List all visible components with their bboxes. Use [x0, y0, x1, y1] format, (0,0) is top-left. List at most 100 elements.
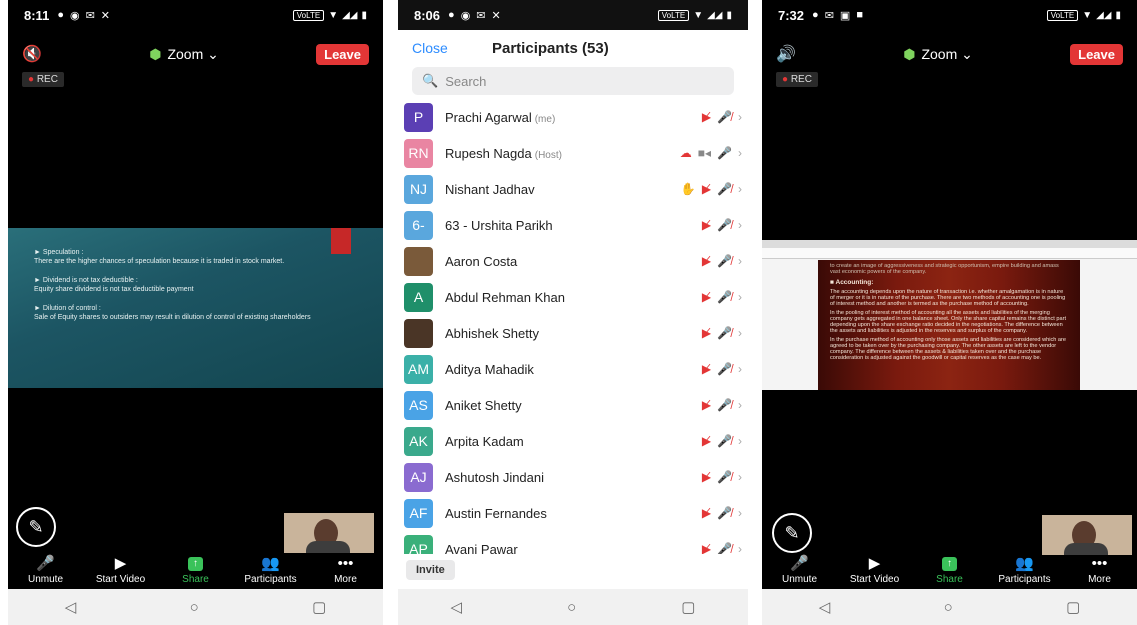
more-icon: •••	[1091, 555, 1108, 572]
start-video-button[interactable]: ▶ Start Video	[840, 555, 910, 585]
meeting-topbar: 🔊 ⬢ Zoom ⌄ Leave	[762, 38, 1137, 70]
recents-icon[interactable]: ▢	[681, 598, 695, 616]
more-button[interactable]: ••• More	[311, 555, 381, 585]
participant-row[interactable]: NJ Nishant Jadhav ✋ ▶̸ 🎤̸ ›	[398, 171, 748, 207]
home-icon[interactable]: ○	[567, 599, 576, 616]
share-button[interactable]: ↑ Share	[161, 555, 231, 585]
browser-addressbar	[762, 248, 1137, 259]
chevron-right-icon[interactable]: ›	[738, 290, 742, 304]
mic-off-icon: 🎤̸	[717, 326, 732, 340]
mic-off-icon: 🎤̸	[717, 362, 732, 376]
meeting-topbar: 🔇 ⬢ Zoom ⌄ Leave	[8, 38, 383, 70]
recents-icon[interactable]: ▢	[312, 598, 326, 616]
home-icon[interactable]: ○	[190, 599, 199, 616]
meeting-name-dropdown[interactable]: ⬢ Zoom ⌄	[806, 46, 1070, 63]
participant-row[interactable]: Abhishek Shetty ▶̸ 🎤̸ ›	[398, 315, 748, 351]
doc-paragraph: The accounting depends upon the nature o…	[830, 289, 1066, 307]
video-body	[1064, 543, 1108, 555]
location-icon: ●	[57, 9, 64, 21]
mic-off-icon: 🎤̸	[717, 434, 732, 448]
participant-row[interactable]: 6- 63 - Urshita Parikh ▶̸ 🎤̸ ›	[398, 207, 748, 243]
self-video-thumbnail[interactable]	[284, 513, 374, 553]
meeting-name-dropdown[interactable]: ⬢ Zoom ⌄	[52, 46, 316, 63]
recents-icon[interactable]: ▢	[1066, 598, 1080, 616]
avatar: AP	[404, 534, 433, 554]
leave-button[interactable]: Leave	[316, 43, 369, 65]
chevron-right-icon[interactable]: ›	[738, 218, 742, 232]
notification-icon: ◉	[460, 9, 471, 22]
chevron-right-icon[interactable]: ›	[738, 326, 742, 340]
unmute-button[interactable]: 🎤 Unmute	[11, 555, 81, 585]
chevron-right-icon[interactable]: ›	[738, 182, 742, 196]
participant-row[interactable]: RN Rupesh Nagda (Host) ☁ ■◂ 🎤 ›	[398, 135, 748, 171]
share-icon: ↑	[942, 557, 957, 571]
meeting-toolbar: 🎤 Unmute ▶ Start Video ↑ Share 👥 Participant…	[762, 555, 1137, 588]
participant-row[interactable]: AJ Ashutosh Jindani ▶̸ 🎤̸ ›	[398, 459, 748, 495]
chevron-right-icon[interactable]: ›	[738, 146, 742, 160]
participant-name: Avani Pawar	[445, 541, 518, 555]
home-icon[interactable]: ○	[944, 599, 953, 616]
chevron-right-icon[interactable]: ›	[738, 398, 742, 412]
annotate-pen-button[interactable]: ✎	[16, 507, 56, 547]
speaker-on-icon[interactable]: 🔊	[776, 44, 806, 64]
invite-button[interactable]: Invite	[406, 560, 455, 580]
chevron-right-icon[interactable]: ›	[738, 434, 742, 448]
participants-button[interactable]: 👥 Participants	[990, 555, 1060, 585]
participant-name: Ashutosh Jindani	[445, 469, 545, 485]
chevron-right-icon[interactable]: ›	[738, 542, 742, 554]
participant-row[interactable]: AP Avani Pawar ▶̸ 🎤̸ ›	[398, 531, 748, 554]
volte-badge: VoLTE	[657, 9, 690, 21]
participant-row[interactable]: AF Austin Fernandes ▶̸ 🎤̸ ›	[398, 495, 748, 531]
shield-icon: ⬢	[149, 45, 162, 62]
participant-name: Austin Fernandes	[445, 505, 547, 521]
chevron-right-icon[interactable]: ›	[738, 470, 742, 484]
start-video-button[interactable]: ▶ Start Video	[86, 555, 156, 585]
share-button[interactable]: ↑ Share	[915, 555, 985, 585]
chevron-right-icon[interactable]: ›	[738, 506, 742, 520]
participant-row[interactable]: P Prachi Agarwal (me) ▶̸ 🎤̸ ›	[398, 99, 748, 135]
search-input[interactable]: 🔍 Search	[412, 67, 734, 95]
video-off-icon: ▶̸	[701, 110, 712, 124]
search-placeholder: Search	[445, 73, 487, 89]
speaker-off-icon[interactable]: 🔇	[22, 44, 52, 64]
battery-icon: ▮	[1115, 9, 1121, 21]
avatar	[404, 246, 433, 276]
participant-name: Aaron Costa	[445, 253, 518, 269]
participants-list[interactable]: P Prachi Agarwal (me) ▶̸ 🎤̸ › RN Rupesh Nagda (H…	[398, 99, 748, 554]
status-bar: 7:32 ● ✉ ▣ ■ VoLTE ▼ ◢◢ ▮	[762, 0, 1137, 30]
participant-row[interactable]: AM Aditya Mahadik ▶̸ 🎤̸ ›	[398, 351, 748, 387]
video-off-icon: ▶̸	[701, 218, 712, 232]
more-button[interactable]: ••• More	[1065, 555, 1135, 585]
participants-button[interactable]: 👥 Participants	[236, 555, 306, 585]
back-icon[interactable]: ◁	[819, 598, 831, 616]
participant-name: 63 - Urshita Parikh	[445, 217, 553, 233]
mail-icon: ✉	[476, 9, 486, 22]
wifi-icon: ▼	[328, 9, 339, 21]
participant-status-icons: ▶̸ 🎤̸ ›	[702, 398, 742, 412]
participant-row[interactable]: Aaron Costa ▶̸ 🎤̸ ›	[398, 243, 748, 279]
chevron-right-icon[interactable]: ›	[738, 254, 742, 268]
participant-row[interactable]: AK Arpita Kadam ▶̸ 🎤̸ ›	[398, 423, 748, 459]
back-icon[interactable]: ◁	[65, 598, 77, 616]
doc-paragraph: In the purchase method of accounting onl…	[830, 337, 1067, 361]
avatar: NJ	[404, 174, 433, 204]
chevron-right-icon[interactable]: ›	[738, 362, 742, 376]
participant-status-icons: ▶̸ 🎤̸ ›	[702, 470, 742, 484]
unmute-button[interactable]: 🎤 Unmute	[765, 555, 835, 585]
mic-off-icon: 🎤̸	[717, 254, 732, 268]
status-bar: 8:06 ● ◉ ✉ ✕ VoLTE ▼ ◢◢ ▮	[398, 0, 748, 30]
participant-status-icons: ▶̸ 🎤̸ ›	[702, 434, 742, 448]
volte-badge: VoLTE	[292, 9, 325, 21]
self-video-thumbnail[interactable]	[1042, 515, 1132, 555]
signal-icon: ◢◢	[1096, 9, 1112, 21]
recording-badge: ● REC	[776, 72, 818, 87]
back-icon[interactable]: ◁	[451, 598, 463, 616]
video-off-icon: ▶̸	[701, 398, 712, 412]
annotate-pen-button[interactable]: ✎	[772, 513, 812, 553]
signal-icon: ◢◢	[707, 9, 723, 21]
close-button[interactable]: Close	[412, 40, 492, 56]
participant-row[interactable]: A Abdul Rehman Khan ▶̸ 🎤̸ ›	[398, 279, 748, 315]
chevron-right-icon[interactable]: ›	[738, 110, 742, 124]
leave-button[interactable]: Leave	[1070, 43, 1123, 65]
participant-row[interactable]: AS Aniket Shetty ▶̸ 🎤̸ ›	[398, 387, 748, 423]
